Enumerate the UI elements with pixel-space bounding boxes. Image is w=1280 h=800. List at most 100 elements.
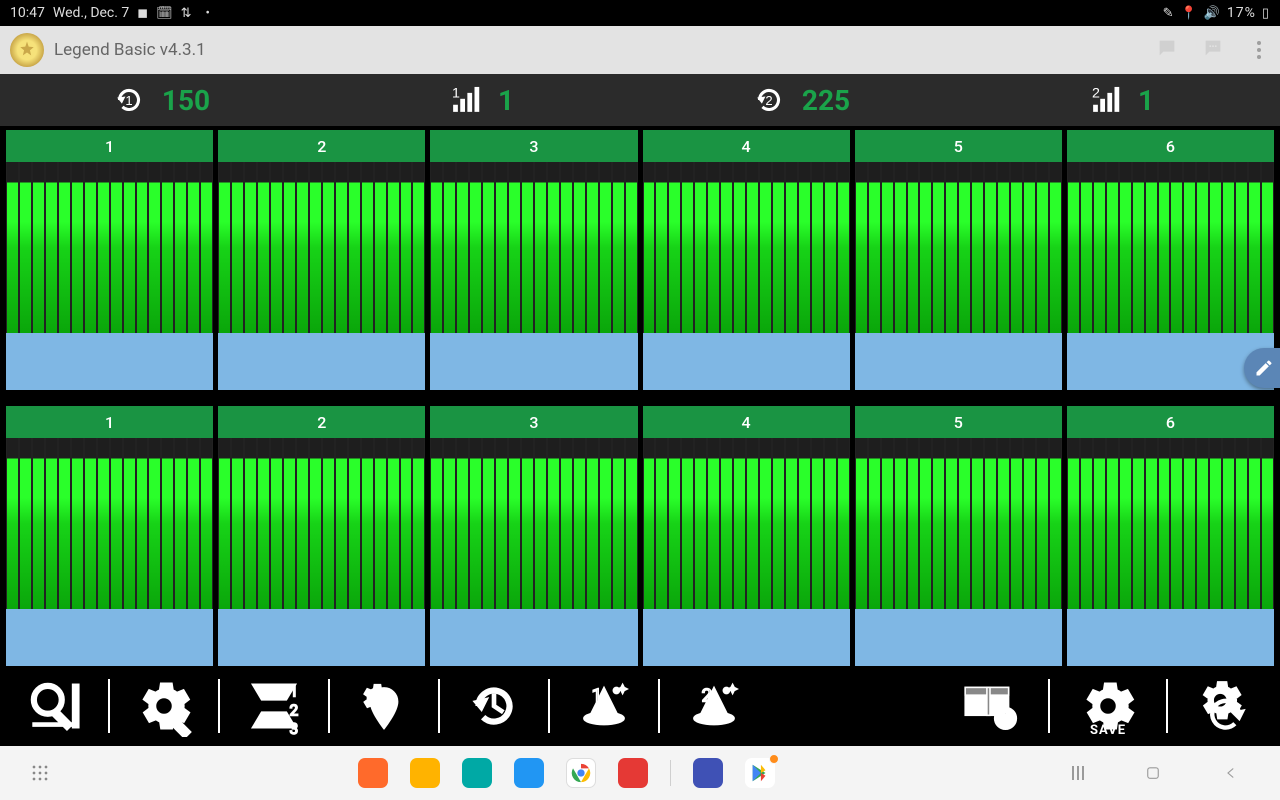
signal-bar bbox=[535, 162, 546, 333]
nav-recents-button[interactable] bbox=[1072, 766, 1084, 780]
toolbar-separator bbox=[218, 679, 220, 733]
channel-cell[interactable]: 1 bbox=[6, 130, 213, 390]
channel-cell[interactable]: 2 bbox=[218, 130, 425, 390]
signal-bar bbox=[908, 162, 919, 333]
signal-bar bbox=[856, 162, 867, 333]
signal-bar bbox=[310, 438, 321, 609]
nav-back-button[interactable] bbox=[1222, 764, 1240, 782]
wizard-1-icon[interactable]: 1 bbox=[564, 672, 644, 740]
history-1-icon: 1 bbox=[110, 81, 148, 119]
metric-history-1[interactable]: 1 150 bbox=[0, 81, 320, 119]
channel-cell[interactable]: 3 bbox=[430, 130, 637, 390]
svg-text:i: i bbox=[1003, 710, 1007, 730]
signal-bar bbox=[33, 162, 44, 333]
signal-bar bbox=[548, 438, 559, 609]
settings-tool-icon[interactable] bbox=[124, 672, 204, 740]
signal-bar bbox=[201, 162, 212, 333]
channel-cell[interactable]: 4 bbox=[643, 406, 850, 666]
channel-body bbox=[855, 162, 1062, 390]
notes-icon[interactable] bbox=[1156, 37, 1178, 63]
signal-bar bbox=[933, 438, 944, 609]
channel-cell[interactable]: 3 bbox=[430, 406, 637, 666]
search-zoom-icon[interactable] bbox=[14, 672, 94, 740]
channel-cell[interactable]: 5 bbox=[855, 406, 1062, 666]
dock-app-app-7[interactable] bbox=[693, 758, 723, 788]
save-gear-icon[interactable]: SAVE bbox=[1068, 672, 1148, 740]
settings-sync-icon[interactable] bbox=[1186, 672, 1266, 740]
channel-cell[interactable]: 4 bbox=[643, 130, 850, 390]
channel-cell[interactable]: 6 bbox=[1067, 406, 1274, 666]
signal-bar bbox=[1133, 438, 1144, 609]
history-icon[interactable] bbox=[454, 672, 534, 740]
signal-bar bbox=[786, 162, 797, 333]
svg-text:1: 1 bbox=[452, 86, 460, 102]
signal-bar bbox=[656, 438, 667, 609]
toolbar-separator bbox=[438, 679, 440, 733]
channel-body bbox=[1067, 162, 1274, 390]
channel-bars bbox=[430, 162, 637, 333]
info-card-icon[interactable]: i bbox=[950, 672, 1030, 740]
signal-bar bbox=[695, 162, 706, 333]
signal-bar bbox=[388, 438, 399, 609]
signal-bar bbox=[946, 162, 957, 333]
dock-app-app-1[interactable] bbox=[358, 758, 388, 788]
metric-history-2-value: 225 bbox=[802, 84, 850, 117]
signal-bar bbox=[85, 438, 96, 609]
signal-bar bbox=[825, 162, 836, 333]
edit-fab-button[interactable] bbox=[1244, 348, 1280, 388]
signal-bar bbox=[162, 162, 173, 333]
signal-bar bbox=[682, 438, 693, 609]
signal-bar bbox=[232, 438, 243, 609]
channel-cell[interactable]: 6 bbox=[1067, 130, 1274, 390]
svg-text:1: 1 bbox=[592, 684, 602, 706]
signal-bar bbox=[137, 438, 148, 609]
signal-bar bbox=[1107, 438, 1118, 609]
app-drawer-button[interactable] bbox=[20, 764, 60, 782]
chat-icon[interactable] bbox=[1202, 37, 1224, 63]
channel-cell[interactable]: 2 bbox=[218, 406, 425, 666]
dock-app-play-store[interactable] bbox=[745, 758, 775, 788]
signal-bar bbox=[1197, 438, 1208, 609]
dock-divider bbox=[670, 760, 671, 786]
signal-bar bbox=[258, 162, 269, 333]
signal-bar bbox=[626, 162, 637, 333]
signal-bar bbox=[59, 438, 70, 609]
signal-bar bbox=[856, 438, 867, 609]
channel-body bbox=[430, 438, 637, 666]
signal-bar bbox=[959, 438, 970, 609]
signal-bar bbox=[682, 162, 693, 333]
toolbar-separator bbox=[658, 679, 660, 733]
signal-bar bbox=[799, 162, 810, 333]
nav-home-button[interactable] bbox=[1144, 764, 1162, 782]
signal-bar bbox=[1107, 162, 1118, 333]
channel-cell[interactable]: 1 bbox=[6, 406, 213, 666]
dock-app-app-2[interactable] bbox=[410, 758, 440, 788]
metric-signal-2[interactable]: 2 1 bbox=[960, 81, 1280, 119]
metric-signal-1[interactable]: 1 1 bbox=[320, 81, 640, 119]
status-more-icon bbox=[200, 6, 210, 21]
location-gear-icon[interactable] bbox=[344, 672, 424, 740]
channel-bars bbox=[218, 162, 425, 333]
signal-bar bbox=[985, 162, 996, 333]
signal-bar bbox=[721, 162, 732, 333]
metric-history-2[interactable]: 2 225 bbox=[640, 81, 960, 119]
wizard-2-icon[interactable]: 2 bbox=[674, 672, 754, 740]
dock-app-app-4[interactable] bbox=[514, 758, 544, 788]
channel-cell[interactable]: 5 bbox=[855, 130, 1062, 390]
signal-bar bbox=[946, 438, 957, 609]
dock-app-app-3[interactable] bbox=[462, 758, 492, 788]
signal-bar bbox=[613, 162, 624, 333]
overflow-icon[interactable] bbox=[1248, 38, 1270, 62]
channel-header: 5 bbox=[855, 406, 1062, 438]
signal-bar bbox=[721, 438, 732, 609]
dock-app-app-6[interactable] bbox=[618, 758, 648, 788]
dock-app-chrome[interactable] bbox=[566, 758, 596, 788]
channel-bars bbox=[430, 438, 637, 609]
signal-bar bbox=[1146, 438, 1157, 609]
channel-bars bbox=[218, 438, 425, 609]
status-date: Wed., Dec. 7 bbox=[53, 5, 129, 21]
svg-text:2: 2 bbox=[702, 684, 712, 706]
signal-bar bbox=[985, 438, 996, 609]
rows-split-icon[interactable]: 123 bbox=[234, 672, 314, 740]
signal-bar bbox=[838, 438, 849, 609]
